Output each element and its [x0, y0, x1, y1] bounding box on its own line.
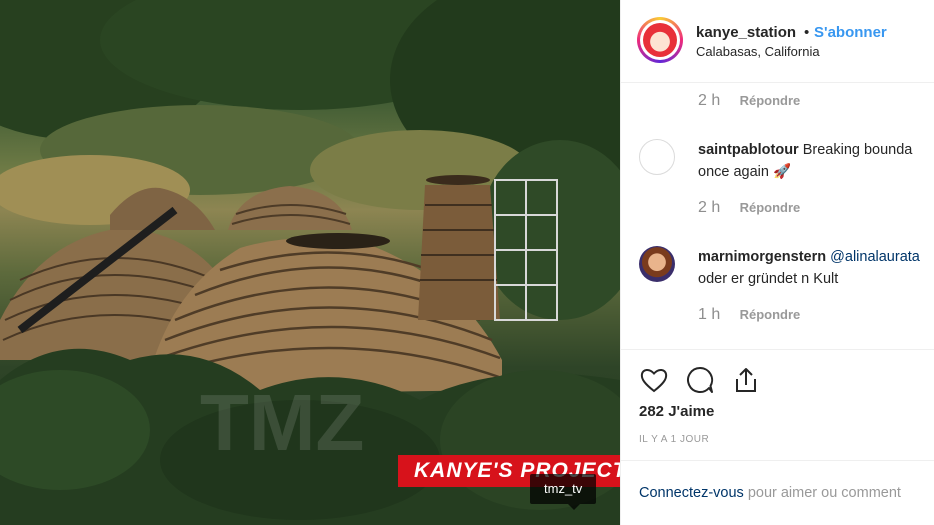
comment-time[interactable]: 2 h: [698, 92, 720, 109]
like-count[interactable]: 282 J'aime: [639, 403, 714, 420]
photo-user-tag[interactable]: tmz_tv: [530, 474, 597, 510]
construction-scene: TMZ: [0, 0, 620, 525]
heart-icon[interactable]: [639, 365, 669, 395]
comment-text: marnimorgenstern @alinalaurata oder er g…: [698, 246, 934, 290]
comment-time[interactable]: 2 h: [698, 199, 720, 216]
post-header: kanye_station • S'abonner Calabasas, Cal…: [621, 0, 934, 83]
commenter-username[interactable]: saintpablotour: [698, 142, 799, 158]
login-prompt-text: pour aimer ou comment: [747, 485, 901, 501]
share-icon[interactable]: [731, 365, 761, 395]
profile-avatar[interactable]: [637, 17, 683, 63]
follow-button[interactable]: S'abonner: [814, 24, 887, 41]
reply-button[interactable]: Répondre: [740, 200, 801, 215]
commenter-avatar[interactable]: [639, 246, 675, 282]
comment-meta: 1 h Répondre: [698, 306, 800, 324]
reply-button[interactable]: Répondre: [740, 93, 801, 108]
comment-body-line2: once again 🚀: [698, 164, 792, 180]
commenter-username[interactable]: marnimorgenstern: [698, 249, 826, 265]
login-link[interactable]: Connectez-vous: [639, 485, 744, 501]
comment-body: Breaking bounda: [802, 142, 913, 158]
comment-mention[interactable]: @alinalaurata: [830, 249, 920, 265]
commenter-avatar[interactable]: [639, 139, 675, 175]
comment-body-line2: oder er gründet n Kult: [698, 271, 839, 287]
divider: [621, 349, 934, 350]
comment-meta: 2 h Répondre: [698, 92, 800, 110]
username-link[interactable]: kanye_station: [696, 24, 796, 41]
divider: [621, 460, 934, 461]
svg-text:TMZ: TMZ: [200, 378, 364, 467]
comment-text: saintpablotour Breaking bounda once agai…: [698, 139, 934, 183]
comment-icon[interactable]: [685, 365, 715, 395]
comment-meta: 2 h Répondre: [698, 199, 800, 217]
post-sidebar: kanye_station • S'abonner Calabasas, Cal…: [620, 0, 934, 525]
reply-button[interactable]: Répondre: [740, 307, 801, 322]
login-prompt: Connectez-vous pour aimer ou comment: [639, 485, 901, 501]
post-timestamp[interactable]: IL Y A 1 JOUR: [639, 434, 709, 445]
comment-time[interactable]: 1 h: [698, 306, 720, 323]
location-link[interactable]: Calabasas, California: [696, 44, 820, 59]
separator-dot: •: [804, 24, 810, 41]
post-photo[interactable]: TMZ KANYE'S PROJECT tmz_tv: [0, 0, 620, 525]
